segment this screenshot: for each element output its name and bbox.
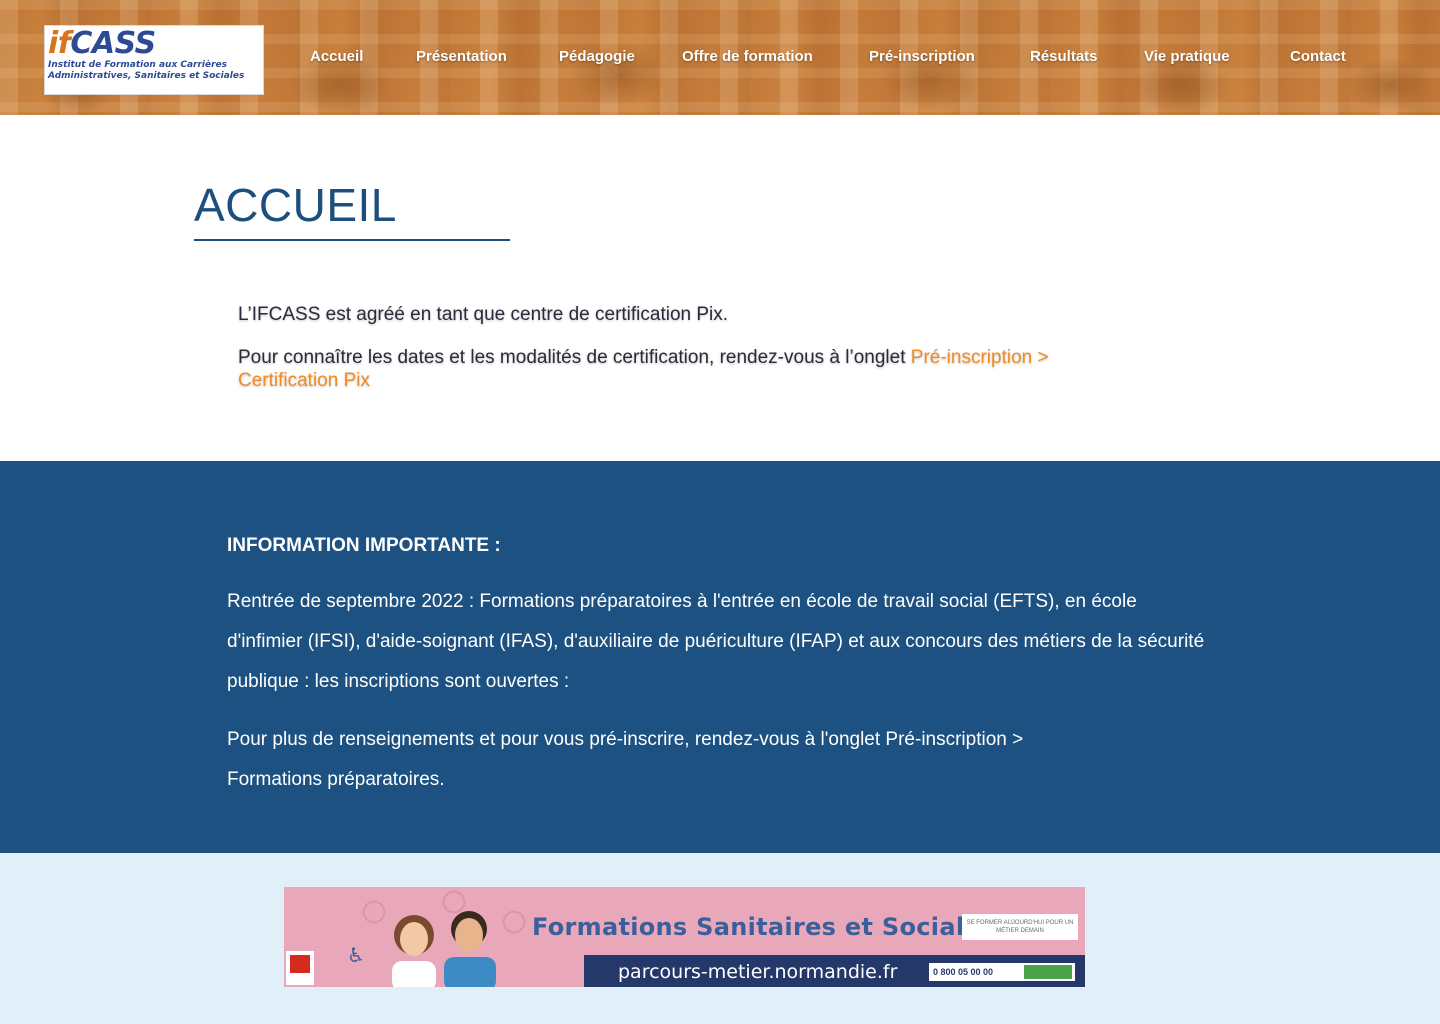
students-photo <box>392 911 496 987</box>
free-call-badge <box>1024 965 1072 979</box>
title-underline <box>194 239 510 241</box>
info-title: INFORMATION IMPORTANTE : <box>227 535 501 556</box>
intro-dates-text: Pour connaître les dates et les modalité… <box>238 347 1049 391</box>
parcours-metier-banner[interactable]: ♿ Formations Sanitaires et Sociales SE F… <box>284 887 1085 987</box>
info-cta-text: Pour plus de renseignements et pour vous… <box>227 729 1024 790</box>
nav-item-pedagogie[interactable]: Pédagogie <box>559 48 635 65</box>
important-info-section: INFORMATION IMPORTANTE : Rentrée de sept… <box>227 532 1207 800</box>
info-body-text: Rentrée de septembre 2022 : Formations p… <box>227 591 1205 692</box>
intro-section: L’IFCASS est agréé en tant que centre de… <box>238 303 1108 392</box>
nav-item-presentation[interactable]: Présentation <box>416 48 507 65</box>
intro-certification-text: L’IFCASS est agréé en tant que centre de… <box>238 304 729 325</box>
site-header: ifCASS Institut de Formation aux Carrièr… <box>0 0 1440 115</box>
nav-item-resultats[interactable]: Résultats <box>1030 48 1098 65</box>
normandie-region-logo <box>286 951 314 985</box>
logo-subtitle-line2: Administratives, Sanitaires et Sociales <box>48 71 245 81</box>
nav-item-pre-inscription[interactable]: Pré-inscription <box>869 48 975 65</box>
nav-item-contact[interactable]: Contact <box>1290 48 1346 65</box>
nav-item-offre-de-formation[interactable]: Offre de formation <box>682 48 813 65</box>
banner-tagline: SE FORMER AUJOURD'HUI POUR UN MÉTIER DEM… <box>962 914 1078 940</box>
banner-title: Formations Sanitaires et Sociales <box>532 913 996 941</box>
accessibility-icon: ♿ <box>347 945 365 967</box>
banner-url: parcours-metier.normandie.fr <box>618 961 898 983</box>
nav-item-accueil[interactable]: Accueil <box>310 48 363 65</box>
page-title: ACCUEIL <box>194 179 397 231</box>
nav-item-vie-pratique[interactable]: Vie pratique <box>1144 48 1230 65</box>
main-nav: Accueil Présentation Pédagogie Offre de … <box>0 48 1440 72</box>
